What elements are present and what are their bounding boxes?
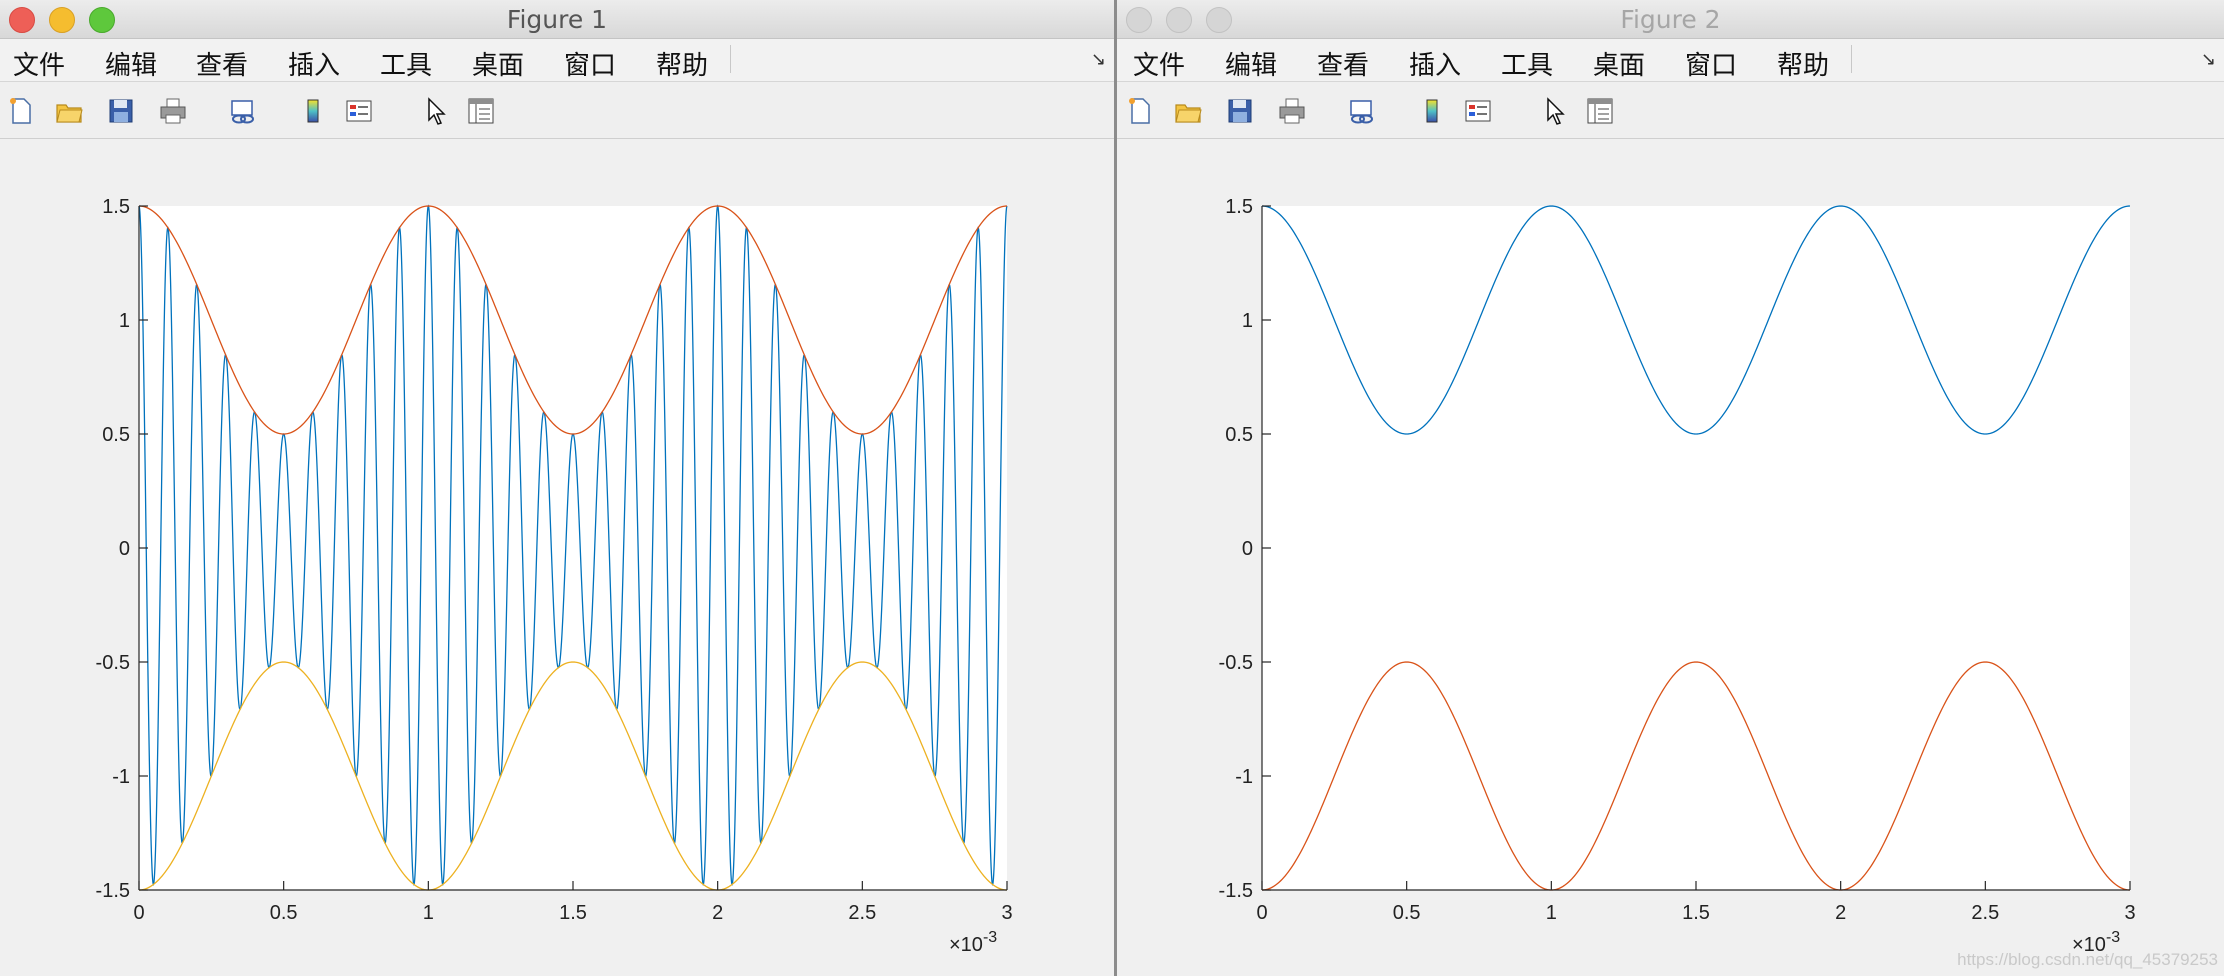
property-inspector-icon[interactable]	[466, 96, 496, 126]
y-tick-label: -1	[112, 766, 130, 788]
x-tick-label: 0.5	[1393, 902, 1421, 924]
menu-edit[interactable]: 编辑	[1225, 45, 1277, 82]
link-plot-icon[interactable]	[1346, 96, 1376, 126]
pointer-icon[interactable]	[420, 96, 450, 126]
x-tick-label: 2	[1835, 902, 1846, 924]
y-tick-label: 1.5	[102, 196, 130, 218]
toolbar	[1117, 82, 2224, 139]
colorbar-icon[interactable]	[298, 96, 328, 126]
menu-file[interactable]: 文件	[1133, 45, 1185, 82]
menu-overflow-icon[interactable]: ↘	[2201, 49, 2216, 70]
link-plot-icon[interactable]	[227, 96, 257, 126]
watermark: https://blog.csdn.net/qq_45379253	[1957, 950, 2218, 969]
x-tick-label: 2.5	[1971, 902, 1999, 924]
x-tick-label: 1.5	[559, 902, 587, 924]
legend-icon[interactable]	[1463, 96, 1493, 126]
chart-figure-2: 0 0.5 1 1.5 2 2.5 3-1.5-1-0.500.511.5×10-3	[1219, 196, 2136, 956]
print-icon[interactable]	[1277, 96, 1307, 126]
y-tick-label: 0.5	[1225, 424, 1253, 446]
menu-file[interactable]: 文件	[13, 45, 65, 82]
x-exponent-label: ×10-3	[949, 929, 997, 956]
pointer-icon[interactable]	[1539, 96, 1569, 126]
x-tick-label: 3	[2124, 902, 2135, 924]
menu-overflow-icon[interactable]: ↘	[1091, 49, 1106, 70]
menu-desktop[interactable]: 桌面	[1593, 45, 1645, 82]
property-inspector-icon[interactable]	[1585, 96, 1615, 126]
menu-edit[interactable]: 编辑	[105, 45, 157, 82]
y-tick-label: 1	[1242, 310, 1253, 332]
menu-divider	[730, 45, 731, 73]
open-folder-icon[interactable]	[54, 96, 84, 126]
figure-1-window: Figure 1 文件 编辑 查看 插入 工具 桌面 窗口 帮助 ↘ 0 0.5 1…	[0, 0, 1114, 976]
title-bar[interactable]: Figure 1	[0, 0, 1114, 39]
menu-tools[interactable]: 工具	[1501, 45, 1553, 82]
save-icon[interactable]	[106, 96, 136, 126]
x-tick-label: 3	[1001, 902, 1012, 924]
figure-2-window: Figure 2 文件 编辑 查看 插入 工具 桌面 窗口 帮助 ↘ 0 0.5 1…	[1117, 0, 2224, 976]
menu-insert[interactable]: 插入	[1409, 45, 1461, 82]
print-icon[interactable]	[158, 96, 188, 126]
y-tick-label: 0	[1242, 538, 1253, 560]
x-tick-label: 2.5	[848, 902, 876, 924]
y-tick-label: 0	[119, 538, 130, 560]
x-tick-label: 1	[1546, 902, 1557, 924]
menu-tools[interactable]: 工具	[380, 45, 432, 82]
y-tick-label: -0.5	[1219, 652, 1253, 674]
y-tick-label: -1.5	[1219, 880, 1253, 902]
open-folder-icon[interactable]	[1173, 96, 1203, 126]
menu-desktop[interactable]: 桌面	[472, 45, 524, 82]
x-tick-label: 0	[1256, 902, 1267, 924]
colorbar-icon[interactable]	[1417, 96, 1447, 126]
y-tick-label: 0.5	[102, 424, 130, 446]
plot-area[interactable]	[1262, 206, 2130, 890]
x-tick-label: 0	[133, 902, 144, 924]
legend-icon[interactable]	[344, 96, 374, 126]
new-figure-icon[interactable]	[6, 96, 36, 126]
menu-bar: 文件 编辑 查看 插入 工具 桌面 窗口 帮助 ↘	[0, 39, 1114, 82]
window-title: Figure 2	[1620, 5, 1721, 34]
menu-window[interactable]: 窗口	[1685, 45, 1737, 82]
y-tick-label: -1	[1235, 766, 1253, 788]
title-bar[interactable]: Figure 2	[1117, 0, 2224, 39]
menu-divider	[1851, 45, 1852, 73]
toolbar	[0, 82, 1114, 139]
plot-area[interactable]	[139, 206, 1007, 890]
menu-help[interactable]: 帮助	[656, 45, 708, 82]
chart-figure-1: 0 0.5 1 1.5 2 2.5 3 -1.5 -1 -0.5 0 0.5 1 1.5 ×10-3	[96, 196, 1013, 956]
x-tick-label: 2	[712, 902, 723, 924]
window-title: Figure 1	[506, 5, 608, 34]
save-icon[interactable]	[1225, 96, 1255, 126]
menu-view[interactable]: 查看	[196, 45, 248, 82]
menu-view[interactable]: 查看	[1317, 45, 1369, 82]
x-tick-label: 1.5	[1682, 902, 1710, 924]
x-tick-label: 1	[423, 902, 434, 924]
y-tick-label: -0.5	[96, 652, 130, 674]
x-tick-label: 0.5	[270, 902, 298, 924]
y-tick-label: 1	[119, 310, 130, 332]
y-tick-label: 1.5	[1225, 196, 1253, 218]
menu-window[interactable]: 窗口	[564, 45, 616, 82]
menu-help[interactable]: 帮助	[1777, 45, 1829, 82]
menu-insert[interactable]: 插入	[288, 45, 340, 82]
y-tick-label: -1.5	[96, 880, 130, 902]
menu-bar: 文件 编辑 查看 插入 工具 桌面 窗口 帮助 ↘	[1117, 39, 2224, 82]
new-figure-icon[interactable]	[1125, 96, 1155, 126]
